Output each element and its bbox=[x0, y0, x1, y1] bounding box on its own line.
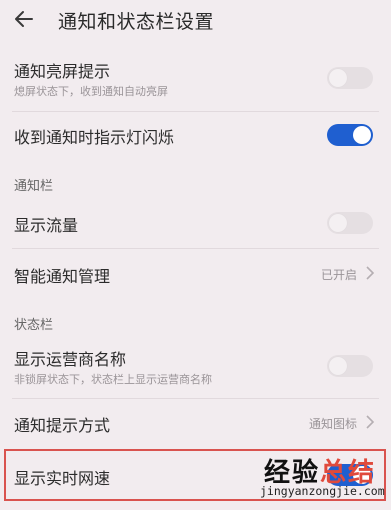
indicator-light-toggle[interactable] bbox=[327, 124, 373, 146]
setting-title: 通知亮屏提示 bbox=[14, 62, 111, 81]
screen-wake-toggle[interactable] bbox=[327, 67, 373, 89]
toggle-knob bbox=[329, 357, 347, 375]
header: 通知和状态栏设置 bbox=[0, 0, 391, 40]
setting-notify-style[interactable]: 通知提示方式 通知图标 bbox=[0, 400, 391, 446]
setting-value: 通知图标 bbox=[308, 417, 357, 431]
section-status-bar: 状态栏 bbox=[14, 318, 54, 333]
setting-title: 通知提示方式 bbox=[14, 416, 111, 435]
setting-show-traffic[interactable]: 显示流量 bbox=[0, 203, 391, 243]
divider bbox=[12, 398, 379, 399]
back-arrow-icon[interactable] bbox=[10, 4, 40, 34]
toggle-knob bbox=[329, 69, 347, 87]
setting-subtitle: 非锁屏状态下，状态栏上显示运营商名称 bbox=[14, 373, 212, 386]
setting-carrier-name[interactable]: 显示运营商名称 非锁屏状态下，状态栏上显示运营商名称 bbox=[0, 340, 391, 396]
setting-title: 显示流量 bbox=[14, 216, 79, 235]
chevron-right-icon bbox=[366, 415, 375, 429]
divider bbox=[12, 248, 379, 249]
watermark-url: jingyanzongjie.com bbox=[260, 484, 385, 498]
setting-subtitle: 熄屏状态下，收到通知自动亮屏 bbox=[14, 85, 168, 98]
section-notification-bar: 通知栏 bbox=[14, 179, 54, 194]
setting-screen-wake[interactable]: 通知亮屏提示 熄屏状态下，收到通知自动亮屏 bbox=[0, 50, 391, 108]
setting-smart-notify[interactable]: 智能通知管理 已开启 bbox=[0, 251, 391, 295]
setting-title: 收到通知时指示灯闪烁 bbox=[14, 128, 175, 147]
setting-title: 智能通知管理 bbox=[14, 267, 111, 286]
watermark: 经验总结 jingyanzongjie.com bbox=[258, 452, 390, 508]
toggle-knob bbox=[353, 126, 371, 144]
chevron-right-icon bbox=[366, 266, 375, 280]
page-title: 通知和状态栏设置 bbox=[58, 11, 215, 33]
toggle-knob bbox=[329, 214, 347, 232]
carrier-name-toggle[interactable] bbox=[327, 355, 373, 377]
setting-value: 已开启 bbox=[320, 268, 357, 282]
setting-indicator-light[interactable]: 收到通知时指示灯闪烁 bbox=[0, 112, 391, 158]
show-traffic-toggle[interactable] bbox=[327, 212, 373, 234]
setting-title: 显示运营商名称 bbox=[14, 350, 127, 369]
